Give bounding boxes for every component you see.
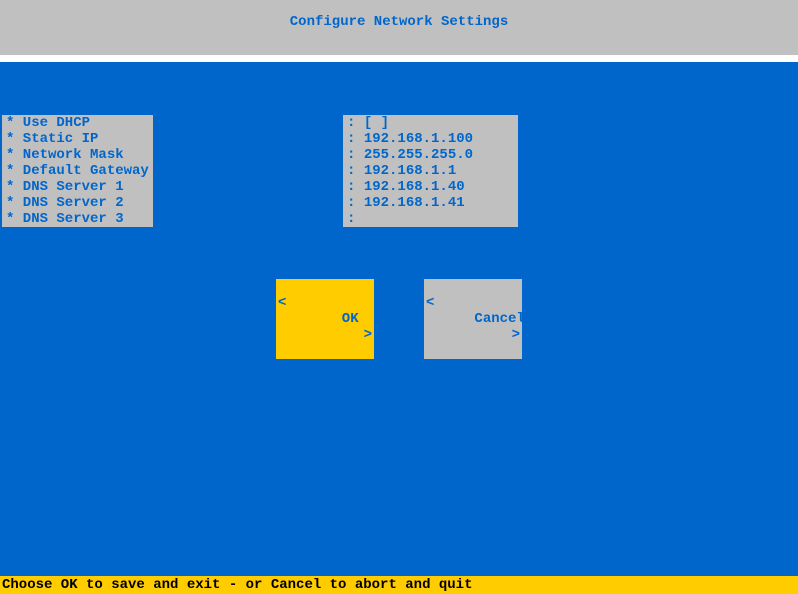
label-default-gateway: * Default Gateway xyxy=(2,163,153,179)
value-dns2[interactable]: : 192.168.1.41 xyxy=(343,195,518,211)
value-dns3[interactable]: : xyxy=(343,211,518,227)
bracket-left-icon: < xyxy=(276,295,286,311)
label-use-dhcp: * Use DHCP xyxy=(2,115,153,131)
page-title: Configure Network Settings xyxy=(290,14,508,30)
header: Configure Network Settings xyxy=(0,0,798,62)
label-network-mask: * Network Mask xyxy=(2,147,153,163)
value-dns1[interactable]: : 192.168.1.40 xyxy=(343,179,518,195)
main-area: * Use DHCP * Static IP * Network Mask * … xyxy=(0,62,798,576)
label-static-ip: * Static IP xyxy=(2,131,153,147)
value-static-ip[interactable]: : 192.168.1.100 xyxy=(343,131,518,147)
value-default-gateway[interactable]: : 192.168.1.1 xyxy=(343,163,518,179)
bracket-left-icon: < xyxy=(424,295,434,311)
bracket-right-icon: > xyxy=(364,327,374,343)
label-dns3: * DNS Server 3 xyxy=(2,211,153,227)
labels-panel: * Use DHCP * Static IP * Network Mask * … xyxy=(2,115,153,227)
value-use-dhcp[interactable]: : [ ] xyxy=(343,115,518,131)
values-panel: : [ ] : 192.168.1.100 : 255.255.255.0 : … xyxy=(343,115,518,227)
cancel-button-label: Cancel xyxy=(474,311,524,327)
label-dns2: * DNS Server 2 xyxy=(2,195,153,211)
bracket-right-icon: > xyxy=(512,327,522,343)
cancel-button[interactable]: < Cancel > xyxy=(424,279,522,359)
label-dns1: * DNS Server 1 xyxy=(2,179,153,195)
header-divider xyxy=(0,55,798,62)
ok-button[interactable]: < OK > xyxy=(276,279,374,359)
buttons-row: < OK > < Cancel > xyxy=(0,279,798,359)
footer-hint: Choose OK to save and exit - or Cancel t… xyxy=(0,576,798,594)
value-network-mask[interactable]: : 255.255.255.0 xyxy=(343,147,518,163)
ok-button-label: OK xyxy=(342,311,359,327)
